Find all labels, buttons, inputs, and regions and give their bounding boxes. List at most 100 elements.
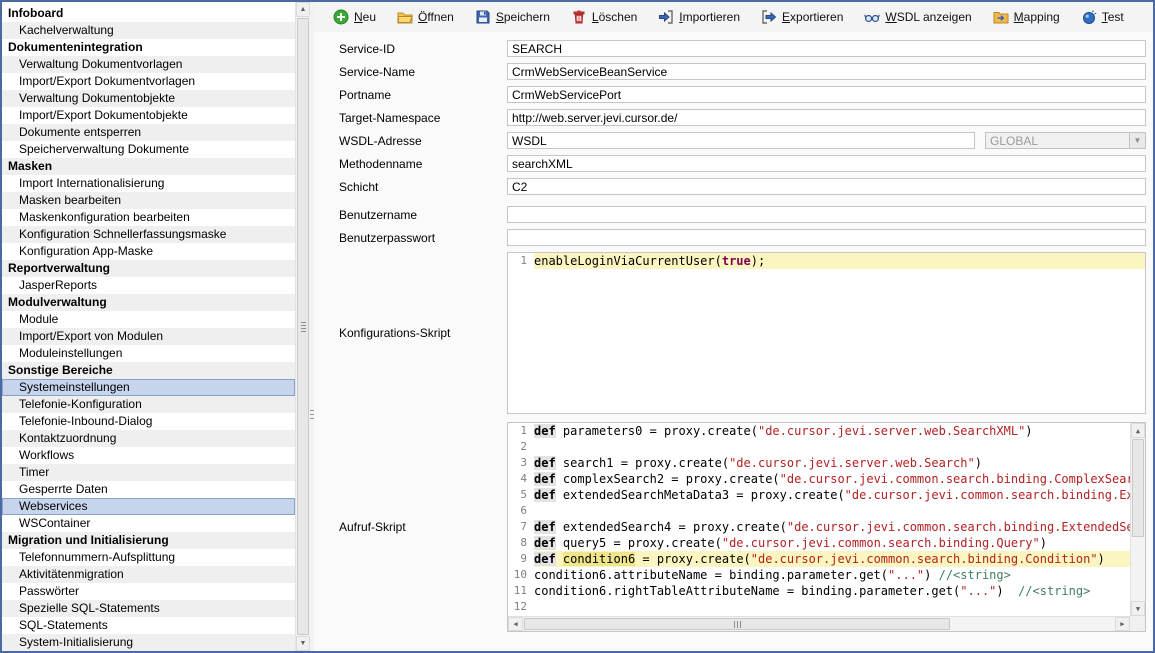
sidebar-item-telefonie-inbound-dialog[interactable]: Telefonie-Inbound-Dialog (2, 413, 295, 430)
scroll-right-icon[interactable]: ▶ (1115, 617, 1130, 631)
sidebar-item-verwaltung-dokumentvorlagen[interactable]: Verwaltung Dokumentvorlagen (2, 56, 295, 73)
code-text: condition6.attributeName = binding.param… (534, 567, 1130, 583)
loeschen-button[interactable]: Löschen (568, 7, 640, 27)
toolbar-button-label: Neu (354, 10, 376, 24)
importieren-button[interactable]: Importieren (655, 7, 743, 27)
sidebar-item-workflows[interactable]: Workflows (2, 447, 295, 464)
sidebar-item-moduleinstellungen[interactable]: Moduleinstellungen (2, 345, 295, 362)
horizontal-scrollbar-track[interactable] (523, 617, 1115, 631)
panel-splitter[interactable] (310, 2, 314, 651)
sidebar-item-system-initialisierung[interactable]: System-Initialisierung (2, 634, 295, 651)
sidebar-item-module[interactable]: Module (2, 311, 295, 328)
wsdl-scope-dropdown[interactable]: GLOBAL ▼ (985, 132, 1146, 149)
call-script-editor[interactable]: 1def parameters0 = proxy.create("de.curs… (507, 422, 1146, 632)
service-id-input[interactable] (507, 40, 1146, 57)
sidebar-scrollbar-track[interactable] (296, 17, 310, 636)
vertical-scrollbar-track[interactable] (1131, 438, 1145, 601)
portname-input[interactable] (507, 86, 1146, 103)
sidebar-item-reportverwaltung[interactable]: Reportverwaltung (2, 260, 295, 277)
sidebar-item-kontaktzuordnung[interactable]: Kontaktzuordnung (2, 430, 295, 447)
methodenname-input[interactable] (507, 155, 1146, 172)
sidebar-item-systemeinstellungen[interactable]: Systemeinstellungen (2, 379, 295, 396)
sidebar-item-sql-statements[interactable]: SQL-Statements (2, 617, 295, 634)
neu-button[interactable]: Neu (330, 7, 379, 27)
sidebar-item-kachelverwaltung[interactable]: Kachelverwaltung (2, 22, 295, 39)
sidebar-item-dokumentenintegration[interactable]: Dokumentenintegration (2, 39, 295, 56)
scroll-left-icon[interactable]: ◀ (508, 617, 523, 631)
sidebar-item-speicherverwaltung-dokumente[interactable]: Speicherverwaltung Dokumente (2, 141, 295, 158)
wsdl-adresse-input[interactable] (507, 132, 975, 149)
sidebar-item-spezielle-sql-statements[interactable]: Spezielle SQL-Statements (2, 600, 295, 617)
sidebar-item-telefonie-konfiguration[interactable]: Telefonie-Konfiguration (2, 396, 295, 413)
toolbar-button-label: Öffnen (418, 10, 454, 24)
sidebar-item-gesperrte-daten[interactable]: Gesperrte Daten (2, 481, 295, 498)
sidebar-item-aktivitätenmigration[interactable]: Aktivitätenmigration (2, 566, 295, 583)
line-number: 6 (508, 503, 534, 519)
code-line: 12 (508, 599, 1130, 615)
sidebar-item-migration-und-initialisierung[interactable]: Migration und Initialisierung (2, 532, 295, 549)
target-namespace-input[interactable] (507, 109, 1146, 126)
toolbar-button-label: WSDL anzeigen (885, 10, 971, 24)
schicht-label: Schicht (339, 180, 507, 194)
sidebar-scrollbar[interactable]: ▲ ▼ (295, 2, 310, 651)
sidebar-item-webservices[interactable]: Webservices (2, 498, 295, 515)
sidebar-item-dokumente-entsperren[interactable]: Dokumente entsperren (2, 124, 295, 141)
code-line: 8def query5 = proxy.create("de.cursor.je… (508, 535, 1130, 551)
line-number: 9 (508, 551, 534, 567)
oeffnen-button[interactable]: Öffnen (394, 7, 457, 27)
sidebar-scrollbar-thumb[interactable] (297, 18, 309, 635)
sidebar-item-import-export-von-modulen[interactable]: Import/Export von Modulen (2, 328, 295, 345)
sidebar-item-timer[interactable]: Timer (2, 464, 295, 481)
mapping-button[interactable]: Mapping (990, 7, 1063, 27)
sidebar-item-masken-bearbeiten[interactable]: Masken bearbeiten (2, 192, 295, 209)
sidebar-item-maskenkonfiguration-bearbeiten[interactable]: Maskenkonfiguration bearbeiten (2, 209, 295, 226)
sidebar-item-masken[interactable]: Masken (2, 158, 295, 175)
sidebar-item-wscontainer[interactable]: WSContainer (2, 515, 295, 532)
config-script-editor[interactable]: 1enableLoginViaCurrentUser(true); (507, 252, 1146, 414)
toolbar-button-label: Importieren (679, 10, 740, 24)
speichern-button[interactable]: Speichern (472, 7, 553, 27)
sidebar-item-jasperreports[interactable]: JasperReports (2, 277, 295, 294)
test-button[interactable]: Test (1078, 7, 1127, 27)
code-line: 3def search1 = proxy.create("de.cursor.j… (508, 455, 1130, 471)
scroll-down-icon[interactable]: ▼ (1131, 601, 1145, 616)
scroll-up-icon[interactable]: ▲ (296, 2, 310, 17)
sidebar-item-telefonnummern-aufsplittung[interactable]: Telefonnummern-Aufsplittung (2, 549, 295, 566)
config-script-code[interactable]: 1enableLoginViaCurrentUser(true); (508, 253, 1145, 413)
sidebar-item-modulverwaltung[interactable]: Modulverwaltung (2, 294, 295, 311)
sidebar-item-verwaltung-dokumentobjekte[interactable]: Verwaltung Dokumentobjekte (2, 90, 295, 107)
wsdl-glasses-icon (864, 9, 880, 25)
service-name-input[interactable] (507, 63, 1146, 80)
call-script-code[interactable]: 1def parameters0 = proxy.create("de.curs… (508, 423, 1130, 616)
benutzerpasswort-input[interactable] (507, 229, 1146, 246)
code-text: condition6.rightTableAttributeName = bin… (534, 583, 1130, 599)
scroll-up-icon[interactable]: ▲ (1131, 423, 1145, 438)
line-number: 12 (508, 599, 534, 615)
scrollbar-grip-icon (734, 621, 741, 628)
schicht-input[interactable] (507, 178, 1146, 195)
sidebar-item-import-export-dokumentobjekte[interactable]: Import/Export Dokumentobjekte (2, 107, 295, 124)
sidebar-item-infoboard[interactable]: Infoboard (2, 5, 295, 22)
scroll-down-icon[interactable]: ▼ (296, 636, 310, 651)
code-line: 1enableLoginViaCurrentUser(true); (508, 253, 1145, 269)
sidebar-item-passwörter[interactable]: Passwörter (2, 583, 295, 600)
sidebar-item-konfiguration-app-maske[interactable]: Konfiguration App-Maske (2, 243, 295, 260)
code-line: 9def condition6 = proxy.create("de.curso… (508, 551, 1130, 567)
sidebar-item-sonstige-bereiche[interactable]: Sonstige Bereiche (2, 362, 295, 379)
vertical-scrollbar-thumb[interactable] (1132, 439, 1144, 537)
editor-vertical-scrollbar[interactable]: ▲ ▼ (1130, 423, 1145, 616)
exportieren-button[interactable]: Exportieren (758, 7, 846, 27)
form-row: Portname (339, 86, 1146, 103)
service-name-label: Service-Name (339, 65, 507, 79)
horizontal-scrollbar-thumb[interactable] (524, 618, 950, 630)
sidebar-item-konfiguration-schnellerfassungsmaske[interactable]: Konfiguration Schnellerfassungsmaske (2, 226, 295, 243)
code-text: def parameters0 = proxy.create("de.curso… (534, 423, 1130, 439)
form-row: Service-ID (339, 40, 1146, 57)
main-panel: Neu Öffnen Speichern Löschen Importieren Expo… (314, 2, 1153, 651)
sidebar-item-import-export-dokumentvorlagen[interactable]: Import/Export Dokumentvorlagen (2, 73, 295, 90)
wsdl-anzeigen-button[interactable]: WSDL anzeigen (861, 7, 974, 27)
sidebar-item-import-internationalisierung[interactable]: Import Internationalisierung (2, 175, 295, 192)
form-row: Konfigurations-Skript 1enableLoginViaCur… (339, 252, 1146, 414)
benutzername-input[interactable] (507, 206, 1146, 223)
editor-horizontal-scrollbar[interactable]: ◀ ▶ (508, 616, 1130, 631)
